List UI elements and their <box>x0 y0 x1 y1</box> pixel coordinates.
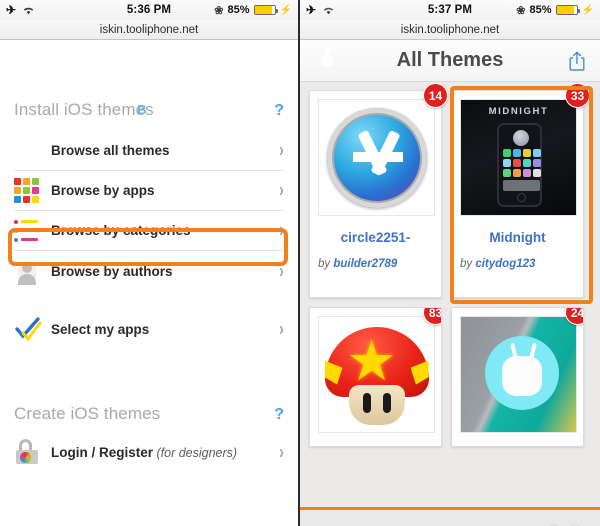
page-title: All Themes <box>396 49 504 71</box>
login-register-sublabel: (for designers) <box>153 445 238 460</box>
author-avatar-icon <box>14 258 40 285</box>
chevron-right-icon: › <box>279 440 284 464</box>
theme-name[interactable]: Midnight <box>460 230 575 245</box>
share-icon[interactable] <box>568 50 586 72</box>
url-text: iskin.tooliphone.net <box>400 23 500 36</box>
help-icon-create[interactable]: ? <box>274 406 284 424</box>
chevron-right-icon: › <box>279 139 284 162</box>
menu-label-login-register: Login / Register (for designers) <box>51 445 237 460</box>
section-title-create: Create iOS themes <box>14 404 161 423</box>
theme-card[interactable]: 83 ★ <box>309 307 442 447</box>
menu-label-browse-by-apps: Browse by apps <box>51 183 155 198</box>
right-footer-area <box>300 510 600 526</box>
battery-icon <box>555 5 580 15</box>
author-prefix: by <box>460 258 476 270</box>
menu-item-login-register[interactable]: Login / Register (for designers) › <box>14 432 284 472</box>
section-create-themes: Create iOS themes ? <box>0 404 298 424</box>
color-swirl-icon <box>14 138 40 164</box>
left-page-body: B Install iOS themes ? Browse all themes… <box>0 100 298 526</box>
left-status-bar: ✈ 5:36 PM ❀ 85% ⚡ <box>0 0 298 20</box>
mushroom-icon-thumb: ★ <box>318 316 435 433</box>
chevron-right-icon: › <box>279 179 284 202</box>
menu-item-browse-by-apps[interactable]: Browse by apps › <box>14 171 284 211</box>
menu-label-browse-all-themes: Browse all themes <box>51 143 170 158</box>
color-grid-icon <box>14 177 40 204</box>
menu-item-browse-by-authors[interactable]: Browse by authors › <box>14 251 284 291</box>
menu-item-select-my-apps[interactable]: Select my apps › <box>14 309 284 349</box>
menu-label-browse-by-authors: Browse by authors <box>51 263 173 279</box>
app-header: All Themes <box>300 40 600 82</box>
right-url-bar[interactable]: iskin.tooliphone.net <box>300 20 600 40</box>
paw-watermark-icon <box>542 521 586 526</box>
badge-count: 33 <box>565 83 590 108</box>
login-register-text: Login / Register <box>51 444 154 460</box>
appstore-icon-thumb <box>318 99 435 216</box>
color-list-icon <box>14 218 40 244</box>
partial-letter-b: B <box>137 102 147 117</box>
theme-card[interactable]: 33 MIDNIGHT Midnight by citydog123 <box>451 83 590 298</box>
menu-item-browse-by-categories[interactable]: Browse by categories › <box>14 211 284 251</box>
menu-label-select-my-apps: Select my apps <box>51 321 150 337</box>
right-status-bar: ✈ 5:37 PM ❀ 85% ⚡ <box>300 0 600 20</box>
chevron-right-icon: › <box>279 317 284 341</box>
battery-icon <box>253 5 278 15</box>
dual-phone-screenshot: ✈ 5:36 PM ❀ 85% ⚡ iskin.tooliphone.net B… <box>0 0 600 526</box>
author-name[interactable]: builder2789 <box>333 258 397 270</box>
left-phone-panel: ✈ 5:36 PM ❀ 85% ⚡ iskin.tooliphone.net B… <box>0 0 300 526</box>
theme-name[interactable]: circle2251- <box>318 230 433 245</box>
author-name[interactable]: citydog123 <box>475 258 535 270</box>
checkmarks-icon <box>14 316 42 342</box>
install-menu-list: Browse all themes › Browse by apps › Bro… <box>0 131 298 349</box>
midnight-theme-thumb: MIDNIGHT <box>460 99 577 216</box>
theme-author: by citydog123 <box>460 258 575 270</box>
themes-grid: 14 circle2251- by builder2789 33 MIDNIGH… <box>300 82 600 507</box>
url-text: iskin.tooliphone.net <box>99 23 199 36</box>
marshmallow-icon-thumb <box>460 316 577 433</box>
menu-label-browse-by-categories: Browse by categories <box>51 223 191 238</box>
theme-card[interactable]: 24 <box>451 307 584 447</box>
theme-card[interactable]: 14 circle2251- by builder2789 <box>309 83 448 298</box>
chevron-right-icon: › <box>279 259 284 283</box>
right-phone-panel: ✈ 5:37 PM ❀ 85% ⚡ iskin.tooliphone.net A… <box>300 0 600 526</box>
badge-count: 14 <box>423 83 448 108</box>
author-prefix: by <box>318 258 334 270</box>
menu-item-browse-all-themes[interactable]: Browse all themes › <box>14 131 284 171</box>
theme-author: by builder2789 <box>318 258 433 270</box>
create-menu-list: Login / Register (for designers) › <box>0 432 298 472</box>
lock-icon <box>14 439 40 465</box>
left-url-bar[interactable]: iskin.tooliphone.net <box>0 20 298 40</box>
chevron-right-icon: › <box>279 219 284 242</box>
